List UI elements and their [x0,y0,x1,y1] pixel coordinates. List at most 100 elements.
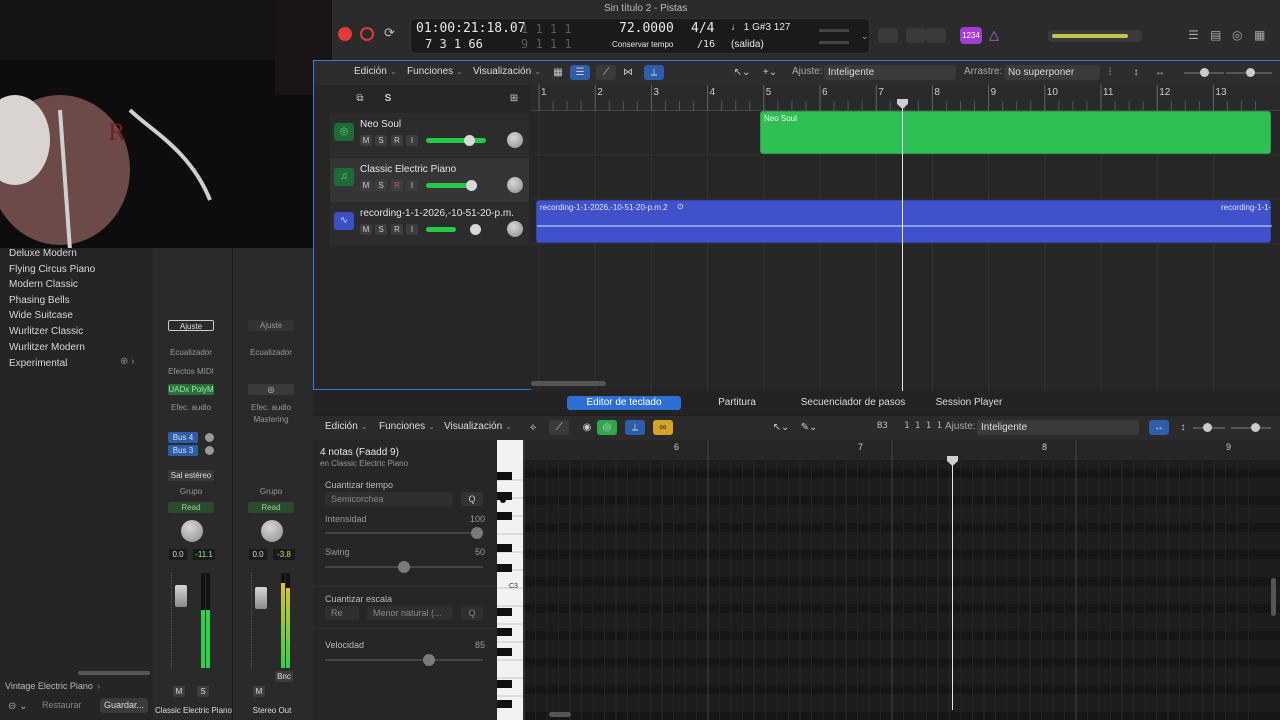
automation-read-button[interactable]: Read [168,502,214,513]
pan-knob[interactable] [507,177,523,193]
region-neo-soul[interactable]: Neo Soul [760,111,1271,154]
setting-button[interactable]: Ajuste [248,320,294,331]
horizontal-zoom-icon[interactable]: ↔ [1150,65,1170,80]
library-options-icon[interactable]: ⊝ ⌄ [8,701,28,712]
timeline-ruler[interactable]: 1 2 3 4 5 6 7 8 9 10 11 12 13 [531,85,1280,111]
tab-session-player[interactable]: Session Player [929,396,1009,410]
solo-button[interactable]: S [375,224,387,235]
quantize-button[interactable]: Q [461,492,483,506]
loop-browser-icon[interactable]: ◎ [1232,28,1242,42]
volume-fader[interactable] [255,587,267,609]
drag-select[interactable]: No superponer [1004,65,1100,80]
black-key[interactable] [497,680,512,688]
black-key[interactable] [497,700,512,708]
pointer-tool-icon[interactable]: ↖⌄ [732,65,752,80]
region-audio-recording[interactable]: recording-1-1-2026,-10-51-20-p.m.2 ⊙ rec… [536,200,1272,243]
group-button[interactable]: Grupo [248,486,294,497]
black-key[interactable] [497,492,512,500]
black-key[interactable] [497,512,512,520]
automation-icon[interactable]: ⟋ [549,420,569,435]
metronome-pill[interactable] [878,28,898,43]
scale-type-select[interactable]: Menor natural (... [367,606,453,620]
functions-menu[interactable]: Funciones ⌄ [379,421,435,432]
tab-piano-roll[interactable]: Editor de teclado [567,396,681,410]
track-name[interactable]: Classic Electric Piano [360,164,456,175]
experimental-chevron-icon[interactable]: ⊕ › [120,356,135,367]
browser-icon[interactable]: ▦ [1254,28,1265,42]
black-key[interactable] [497,564,512,572]
black-key[interactable] [497,544,512,552]
track-header[interactable]: ◎ Neo Soul M S R I [330,113,529,157]
edit-menu[interactable]: Edición ⌄ [325,421,368,432]
tab-score[interactable]: Partitura [697,396,777,410]
tuner-pill[interactable] [906,28,926,43]
global-solo-icon[interactable]: S [378,91,398,106]
pan-knob[interactable] [507,132,523,148]
pan-knob[interactable] [181,520,203,542]
flex-icon[interactable]: ⋈ [618,65,638,80]
count-in-button[interactable]: 1234 [960,27,982,44]
track-name[interactable]: Neo Soul [360,119,401,130]
scale-root-select[interactable]: Re [325,606,359,620]
list-editor-icon[interactable]: ☰ [1188,28,1199,42]
strength-slider[interactable] [325,527,483,539]
snap-select[interactable]: Inteligente [824,65,956,80]
mute-button[interactable]: M [360,135,372,146]
pan-knob[interactable] [507,221,523,237]
pointer-tool-icon[interactable]: ↖⌄ [771,420,791,435]
instrument-plugin-slot[interactable]: UADx PolyM [168,384,214,395]
library-patch-path[interactable]: Vintage Electric Piano [5,681,93,691]
mute-button[interactable]: M [173,686,185,697]
send-knob[interactable] [205,446,214,455]
black-key[interactable] [497,648,512,656]
library-item[interactable]: Wurlitzer Classic [9,326,83,337]
duplicate-track-icon[interactable]: ⧉ [350,91,370,106]
record-button[interactable] [338,27,352,41]
swing-slider[interactable] [325,561,483,573]
midi-fx-label[interactable]: Efectos MIDI [168,366,214,377]
mute-button[interactable]: M [253,686,265,697]
vertical-zoom-slider[interactable] [1193,423,1225,432]
vertical-zoom-slider[interactable] [1184,68,1224,77]
volume-fader[interactable] [175,585,187,607]
record-enable-button[interactable]: R [391,135,403,146]
cycle-icon[interactable]: ⟳ [384,25,395,41]
automation-icon[interactable]: ⟋ [596,65,616,80]
functions-menu[interactable]: Funciones ⌄ [407,66,463,77]
horizontal-zoom-slider[interactable] [1231,423,1271,432]
input-monitor-button[interactable]: I [406,180,418,191]
record-enable-button[interactable]: R [391,224,403,235]
track-name[interactable]: recording-1-1-2026,-10-51-20-p.m. [360,208,514,219]
audio-fx-label[interactable]: Efec. audio [248,402,294,413]
lcd-signature[interactable]: 4/4 [691,21,714,36]
send-bus-3[interactable]: Bus 3 [168,445,198,456]
track-header[interactable]: ♫ Classic Electric Piano M S R I [330,158,529,202]
library-item[interactable]: Deluxe Modern [9,248,77,259]
black-key[interactable] [497,608,512,616]
send-knob[interactable] [205,433,214,442]
audio-fx-label[interactable]: Efec. audio [168,402,214,413]
lcd-display[interactable]: 01:00:21:18.07 1 1 1 1 7 3 1 66 9 1 1 1 … [410,18,870,54]
library-item[interactable]: Wide Suitcase [9,310,73,321]
record-enable-button[interactable]: R [391,180,403,191]
lcd-division[interactable]: /16 [697,39,715,50]
library-item[interactable]: Flying Circus Piano [9,264,95,275]
edit-menu[interactable]: Edición ⌄ [354,66,397,77]
library-item[interactable]: Modern Classic [9,279,78,290]
catch-icon[interactable]: ⟂ [644,65,664,80]
quantize-select[interactable]: Semicorchea [325,492,453,506]
horizontal-zoom-icon[interactable]: ↔ [1149,420,1169,435]
library-item[interactable]: Wurlitzer Modern [9,342,85,353]
solo-button[interactable]: S [197,686,209,697]
tab-step-sequencer[interactable]: Secuenciador de pasos [793,396,913,410]
lcd-tempo[interactable]: 72.0000 [619,21,674,36]
playhead[interactable] [902,99,903,391]
library-scrollbar[interactable] [78,671,150,675]
metronome-icon[interactable]: △ [989,27,999,43]
list-view-icon[interactable]: ☰ [570,65,590,80]
add-tool-icon[interactable]: +⌄ [760,65,780,80]
capture-record-button[interactable] [360,27,374,41]
solo-button[interactable]: S [375,135,387,146]
output-button[interactable]: Sal estéreo [168,470,214,481]
track-header[interactable]: ∿ recording-1-1-2026,-10-51-20-p.m. M S … [330,202,529,246]
